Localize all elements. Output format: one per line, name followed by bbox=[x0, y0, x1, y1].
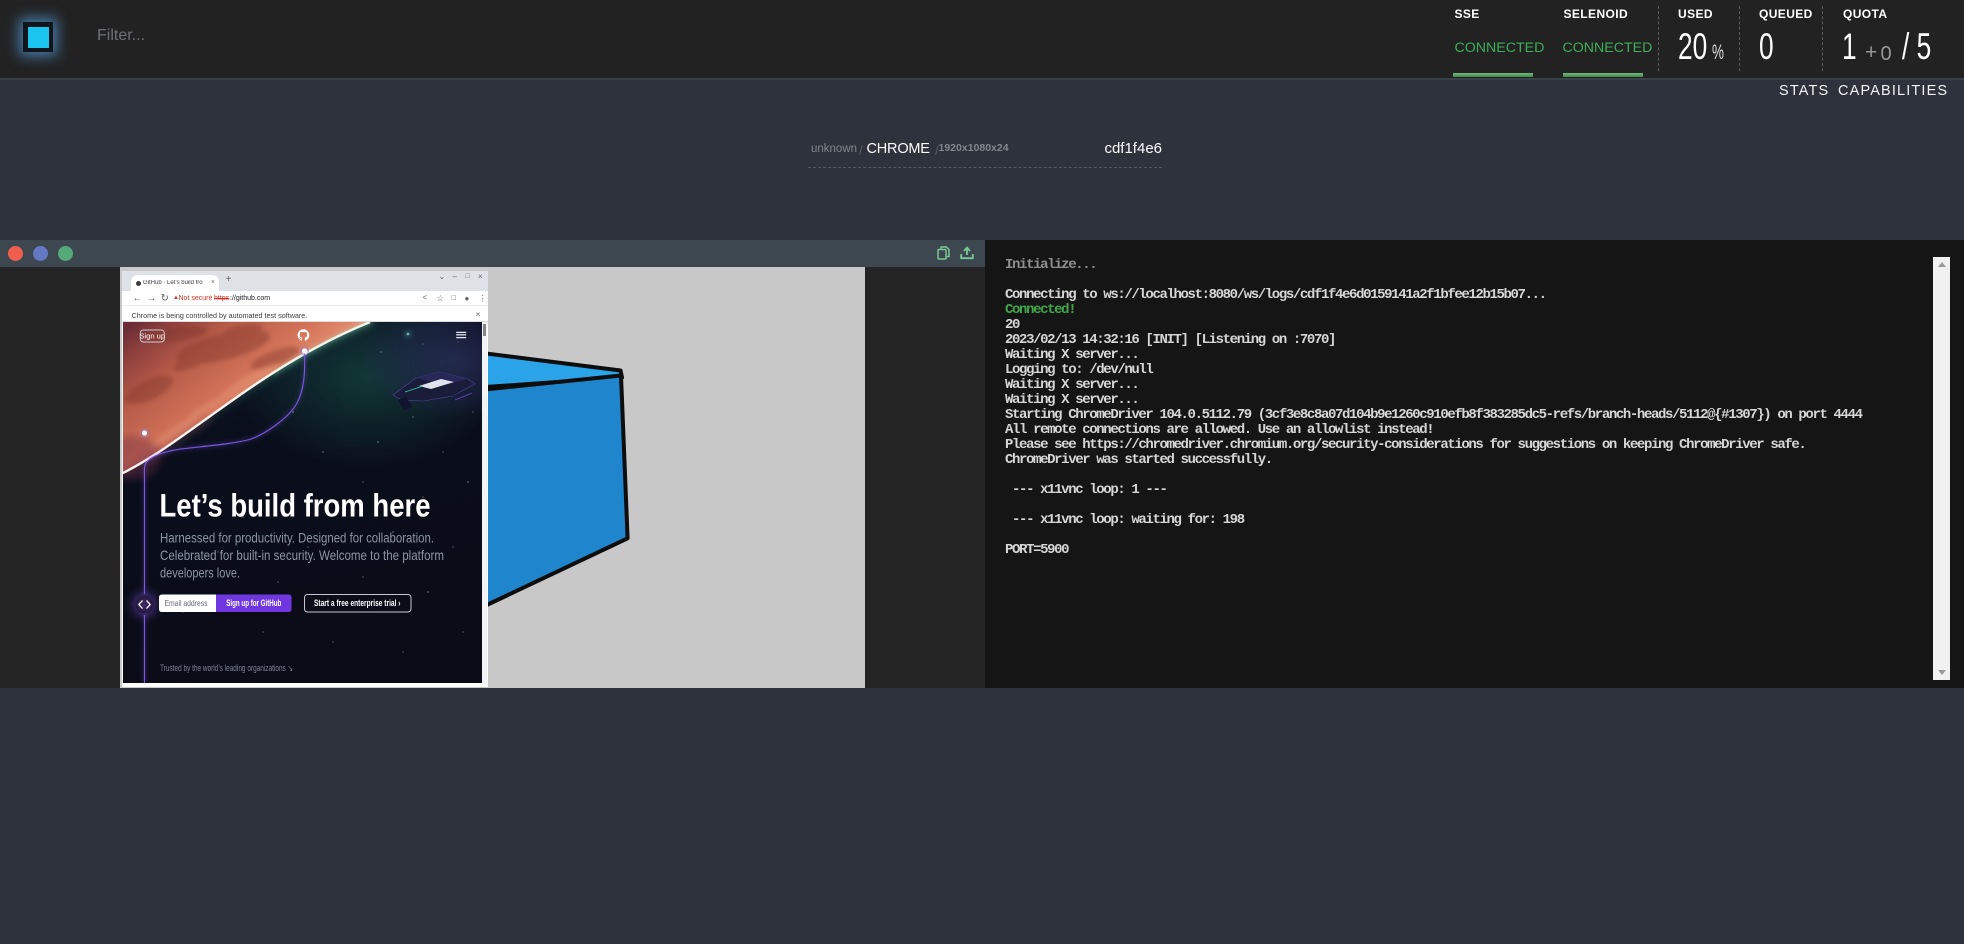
svg-text:Trusted by the world’s leading: Trusted by the world’s leading organizat… bbox=[160, 663, 293, 673]
svg-text:Let’s build from here: Let’s build from here bbox=[159, 487, 430, 523]
svg-text:Start a free enterprise trial: Start a free enterprise trial › bbox=[314, 598, 401, 608]
svg-text:Sign up for GitHub: Sign up for GitHub bbox=[226, 598, 281, 608]
svg-text:Celebrated for built-in securi: Celebrated for built-in security. Welcom… bbox=[160, 548, 444, 563]
svg-text:Sign up: Sign up bbox=[139, 332, 164, 341]
svg-text:Harnessed for productivity. De: Harnessed for productivity. Designed for… bbox=[160, 531, 434, 546]
svg-text:Email address: Email address bbox=[164, 598, 207, 608]
svg-text:developers love.: developers love. bbox=[160, 566, 240, 581]
